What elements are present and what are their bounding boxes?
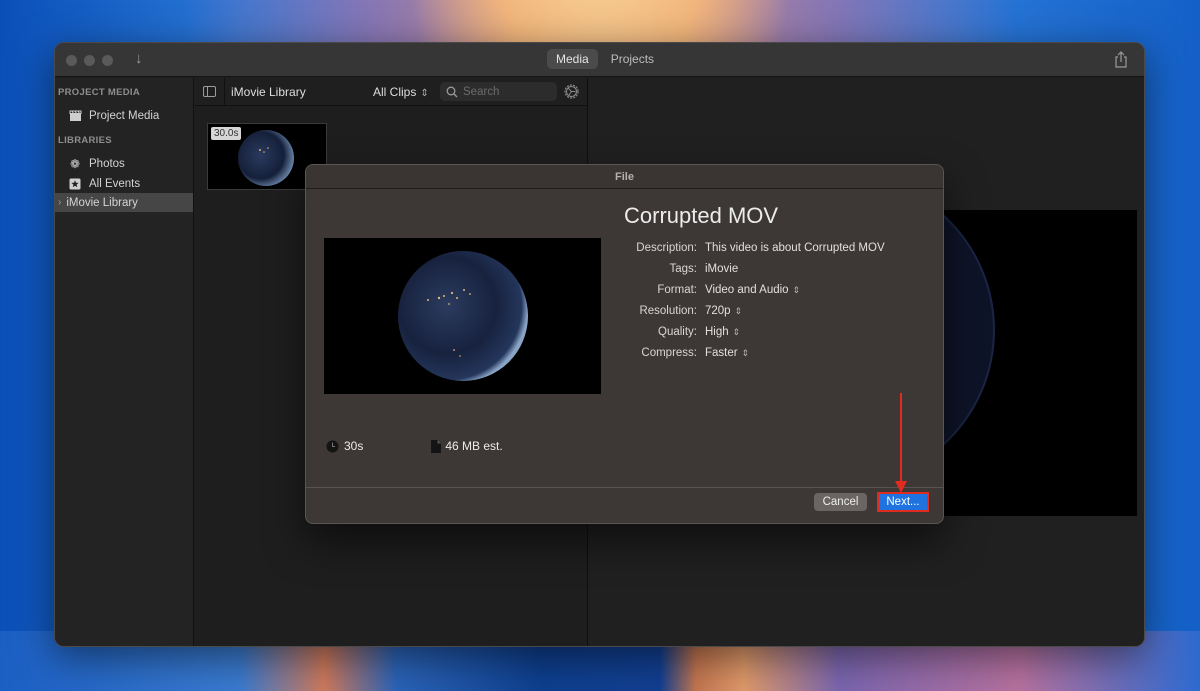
library-title: iMovie Library xyxy=(231,85,306,99)
video-title[interactable]: Corrupted MOV xyxy=(624,203,778,229)
up-down-chevron-icon: ⇕ xyxy=(741,347,750,358)
size-value: 46 MB est. xyxy=(445,439,503,453)
sidebar-item-imovie-library[interactable]: › iMovie Library xyxy=(55,193,193,212)
toolbar-divider xyxy=(224,78,225,105)
section-header-project-media: PROJECT MEDIA xyxy=(58,87,141,98)
search-icon xyxy=(446,86,458,97)
tab-media[interactable]: Media xyxy=(547,49,598,69)
resolution-popup[interactable]: 720p ⇕ xyxy=(705,305,742,317)
compress-popup[interactable]: Faster ⇕ xyxy=(705,347,749,359)
window-controls xyxy=(66,55,113,66)
description-field[interactable]: This video is about Corrupted MOV xyxy=(705,242,885,254)
property-label: Description: xyxy=(636,241,697,254)
compress-value: Faster xyxy=(705,346,738,359)
property-label: Compress: xyxy=(641,346,697,359)
minimize-window-button[interactable] xyxy=(84,55,95,66)
up-down-chevron-icon: ⇕ xyxy=(734,305,743,316)
sidebar-item-label: All Events xyxy=(89,177,141,190)
share-icon[interactable] xyxy=(1114,51,1128,68)
clapperboard-icon xyxy=(68,109,82,123)
property-description: Description: This video is about Corrupt… xyxy=(581,237,885,258)
media-projects-switcher: Media Projects xyxy=(547,49,663,69)
earth-preview-image xyxy=(398,251,528,381)
property-tags: Tags: iMovie xyxy=(581,258,885,279)
import-arrow-icon[interactable]: ↓ xyxy=(135,50,143,67)
search-input[interactable] xyxy=(463,85,553,98)
property-label: Tags: xyxy=(669,262,698,275)
sidebar-item-label: Project Media xyxy=(89,109,160,122)
format-value: Video and Audio xyxy=(705,283,789,296)
sidebar-item-photos[interactable]: ❁ Photos xyxy=(55,154,193,173)
annotation-arrow-icon xyxy=(895,393,907,493)
tags-field[interactable]: iMovie xyxy=(705,263,738,275)
sidebar: PROJECT MEDIA Project Media LIBRARIES ❁ … xyxy=(55,78,194,646)
property-label: Format: xyxy=(657,283,697,296)
sidebar-item-all-events[interactable]: All Events xyxy=(55,174,193,193)
clip-filter-dropdown[interactable]: All Clips ⇕ xyxy=(373,85,429,99)
close-window-button[interactable] xyxy=(66,55,77,66)
quality-popup[interactable]: High ⇕ xyxy=(705,326,740,338)
document-icon xyxy=(431,439,442,453)
sidebar-item-project-media[interactable]: Project Media xyxy=(55,106,193,125)
dialog-title: File xyxy=(306,165,943,189)
property-resolution: Resolution: 720p ⇕ xyxy=(581,300,885,321)
clock-icon xyxy=(326,440,339,452)
gear-icon[interactable] xyxy=(563,83,580,100)
clip-duration-badge: 30.0s xyxy=(211,127,242,140)
cancel-button[interactable]: Cancel xyxy=(814,493,867,511)
duration-stat: 30s xyxy=(326,439,363,453)
property-quality: Quality: High ⇕ xyxy=(581,321,885,342)
up-down-chevron-icon: ⇕ xyxy=(792,284,801,295)
sidebar-item-label: Photos xyxy=(89,157,125,170)
photos-flower-icon: ❁ xyxy=(69,156,81,171)
tab-projects[interactable]: Projects xyxy=(602,49,663,69)
format-popup[interactable]: Video and Audio ⇕ xyxy=(705,284,800,296)
up-down-chevron-icon: ⇕ xyxy=(420,88,429,99)
sidebar-toggle-icon[interactable] xyxy=(203,86,216,97)
property-compress: Compress: Faster ⇕ xyxy=(581,342,885,363)
sidebar-item-label: iMovie Library xyxy=(66,196,138,209)
title-bar: ↓ Media Projects xyxy=(55,43,1144,77)
dialog-footer-divider xyxy=(306,487,943,488)
search-field[interactable] xyxy=(440,82,557,101)
browser-toolbar: iMovie Library All Clips ⇕ xyxy=(195,78,587,106)
size-stat: 46 MB est. xyxy=(431,439,503,453)
property-label: Resolution: xyxy=(639,304,697,317)
video-preview xyxy=(324,238,601,394)
share-file-dialog: File Corrupted MOV Description: This vid… xyxy=(305,164,944,524)
clip-filter-label: All Clips xyxy=(373,85,417,99)
chevron-right-icon[interactable]: › xyxy=(58,197,61,208)
quality-value: High xyxy=(705,325,729,338)
resolution-value: 720p xyxy=(705,304,731,317)
section-header-libraries: LIBRARIES xyxy=(58,135,112,146)
property-label: Quality: xyxy=(658,325,697,338)
star-icon xyxy=(68,177,82,191)
export-properties: Description: This video is about Corrupt… xyxy=(581,237,885,363)
zoom-window-button[interactable] xyxy=(102,55,113,66)
property-format: Format: Video and Audio ⇕ xyxy=(581,279,885,300)
duration-value: 30s xyxy=(344,439,364,453)
export-stats: 30s 46 MB est. xyxy=(326,439,503,453)
up-down-chevron-icon: ⇕ xyxy=(732,326,741,337)
